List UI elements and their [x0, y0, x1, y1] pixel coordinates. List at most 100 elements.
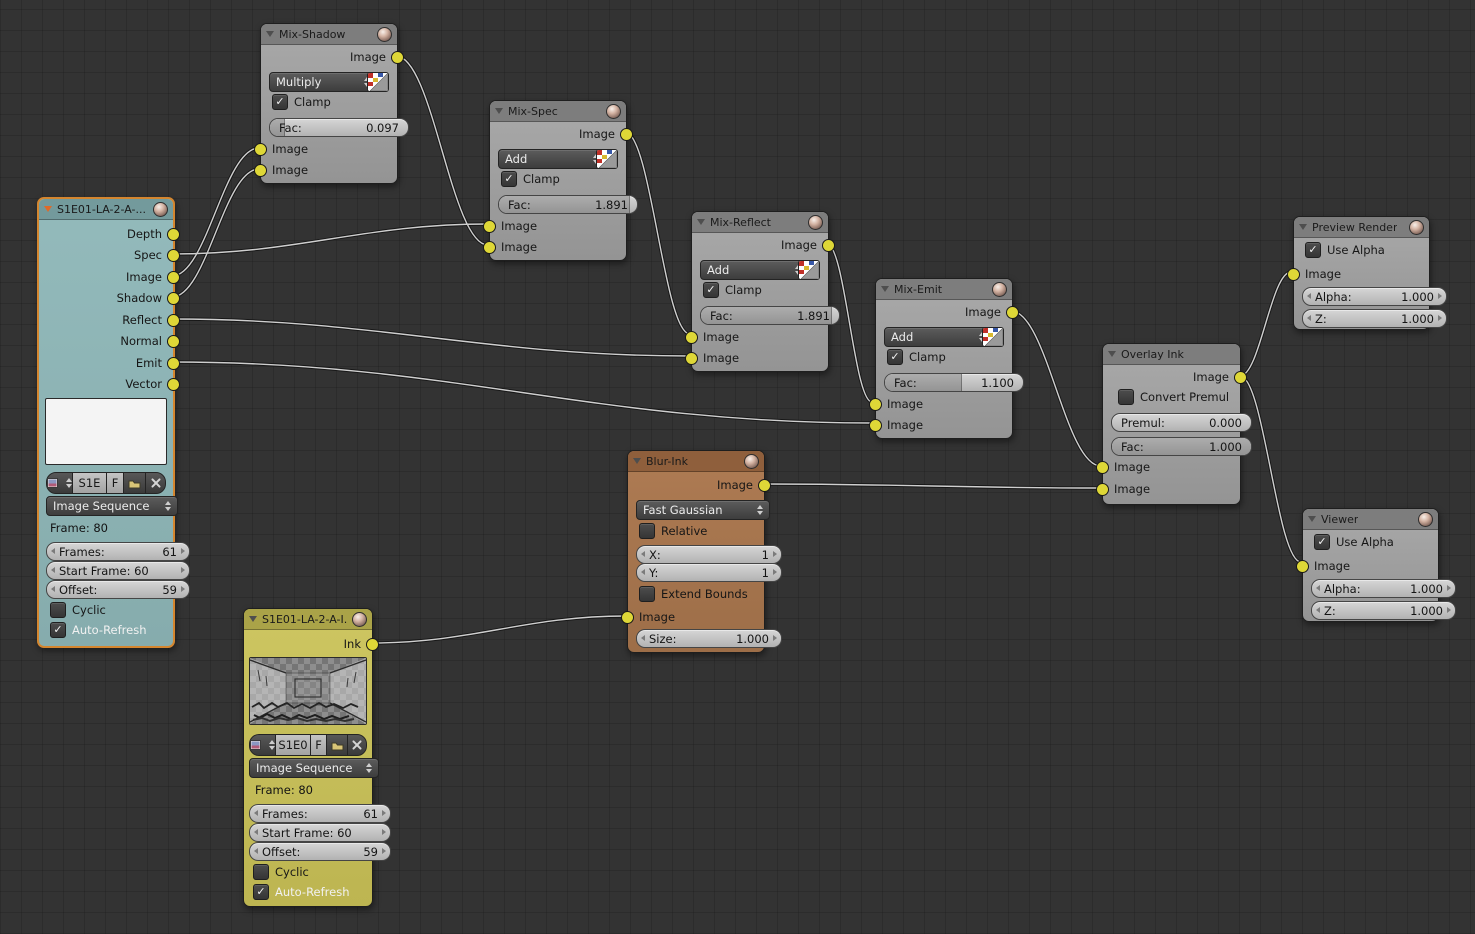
- clamp-checkbox[interactable]: [272, 94, 288, 110]
- socket-ink-output[interactable]: [366, 638, 379, 651]
- socket-image-input[interactable]: [1296, 560, 1309, 573]
- socket-spec-output[interactable]: [167, 249, 180, 262]
- fac-slider[interactable]: Fac: 0.097: [269, 118, 409, 137]
- socket-image-output[interactable]: [1234, 371, 1247, 384]
- clamp-checkbox[interactable]: [703, 282, 719, 298]
- socket-image2-input[interactable]: [483, 241, 496, 254]
- use-alpha-checkbox[interactable]: [1305, 242, 1321, 258]
- socket-image1-input[interactable]: [869, 398, 882, 411]
- node-mix-spec[interactable]: Mix-Spec Image Add Clamp Fac: 1.891: [489, 100, 627, 261]
- blend-mode-dropdown[interactable]: Multiply: [269, 72, 377, 92]
- material-sphere-icon[interactable]: [377, 27, 392, 42]
- collapse-triangle-icon[interactable]: [495, 108, 503, 114]
- size-field[interactable]: Size: 1.000: [636, 629, 782, 648]
- use-alpha-checkbox[interactable]: [1314, 534, 1330, 550]
- fac-slider[interactable]: Fac: 1.891: [700, 306, 840, 325]
- color-swatch-button[interactable]: [798, 260, 820, 280]
- collapse-triangle-icon[interactable]: [881, 286, 889, 292]
- socket-normal-output[interactable]: [167, 335, 180, 348]
- node-header[interactable]: S1E01-LA-2-A-I...: [244, 609, 372, 630]
- open-file-button[interactable]: [124, 473, 146, 493]
- auto-refresh-checkbox[interactable]: [50, 622, 66, 638]
- z-field[interactable]: Z: 1.000: [1311, 601, 1456, 620]
- alpha-field[interactable]: Alpha: 1.000: [1302, 287, 1447, 306]
- filter-type-dropdown[interactable]: Fast Gaussian: [636, 500, 770, 520]
- color-swatch-button[interactable]: [367, 72, 389, 92]
- node-header[interactable]: Mix-Spec: [490, 101, 626, 122]
- socket-vector-output[interactable]: [167, 378, 180, 391]
- material-sphere-icon[interactable]: [352, 612, 367, 627]
- socket-shadow-output[interactable]: [167, 292, 180, 305]
- relative-checkbox[interactable]: [639, 523, 655, 539]
- alpha-field[interactable]: Alpha: 1.000: [1311, 579, 1456, 598]
- collapse-triangle-icon[interactable]: [1108, 351, 1116, 357]
- datablock-name-field[interactable]: S1E: [73, 473, 107, 493]
- socket-image2-input[interactable]: [254, 164, 267, 177]
- node-overlay-ink[interactable]: Overlay Ink Image Convert Premul Premul:…: [1102, 343, 1241, 505]
- node-ink-layer[interactable]: S1E01-LA-2-A-I... Ink: [243, 608, 373, 907]
- node-editor-canvas[interactable]: S1E01-LA-2-A-... Depth Spec Image Shadow…: [0, 0, 1475, 934]
- fac-slider[interactable]: Fac: 1.000: [1111, 437, 1252, 456]
- color-swatch-button[interactable]: [596, 149, 618, 169]
- unlink-button[interactable]: [146, 473, 165, 493]
- collapse-triangle-icon[interactable]: [1308, 516, 1316, 522]
- fake-user-button[interactable]: F: [311, 735, 327, 755]
- datablock-name-field[interactable]: S1E0: [276, 735, 311, 755]
- collapse-triangle-icon[interactable]: [633, 458, 641, 464]
- collapse-triangle-icon[interactable]: [1299, 224, 1307, 230]
- cyclic-checkbox[interactable]: [253, 864, 269, 880]
- node-render-layer[interactable]: S1E01-LA-2-A-... Depth Spec Image Shadow…: [37, 197, 175, 648]
- offset-field[interactable]: Offset: 59: [46, 580, 190, 599]
- open-file-button[interactable]: [327, 735, 348, 755]
- y-field[interactable]: Y: 1: [636, 563, 782, 582]
- collapse-triangle-icon[interactable]: [249, 616, 257, 622]
- source-dropdown[interactable]: Image Sequence: [46, 496, 178, 516]
- material-sphere-icon[interactable]: [808, 215, 823, 230]
- socket-image-input[interactable]: [621, 611, 634, 624]
- cyclic-checkbox[interactable]: [50, 602, 66, 618]
- node-mix-reflect[interactable]: Mix-Reflect Image Add Clamp Fac: 1.: [691, 211, 829, 372]
- node-header[interactable]: Mix-Reflect: [692, 212, 828, 233]
- blend-mode-dropdown[interactable]: Add: [700, 260, 808, 280]
- auto-refresh-checkbox[interactable]: [253, 884, 269, 900]
- node-header[interactable]: Overlay Ink: [1103, 344, 1240, 365]
- socket-depth-output[interactable]: [167, 228, 180, 241]
- socket-image-output[interactable]: [620, 128, 633, 141]
- image-browse-button[interactable]: [250, 735, 276, 755]
- material-sphere-icon[interactable]: [606, 104, 621, 119]
- clamp-checkbox[interactable]: [887, 349, 903, 365]
- node-blur-ink[interactable]: Blur-Ink Image Fast Gaussian Relative X:…: [627, 450, 765, 653]
- blend-mode-dropdown[interactable]: Add: [498, 149, 606, 169]
- material-sphere-icon[interactable]: [992, 282, 1007, 297]
- fake-user-button[interactable]: F: [107, 473, 124, 493]
- socket-image1-input[interactable]: [483, 220, 496, 233]
- socket-emit-output[interactable]: [167, 357, 180, 370]
- socket-image-output[interactable]: [1006, 306, 1019, 319]
- x-field[interactable]: X: 1: [636, 545, 782, 564]
- frames-field[interactable]: Frames: 61: [46, 542, 190, 561]
- image-browse-button[interactable]: [47, 473, 73, 493]
- material-sphere-icon[interactable]: [1409, 220, 1424, 235]
- node-viewer[interactable]: Viewer Use Alpha Image Alpha: 1.000 Z: 1…: [1302, 508, 1439, 622]
- collapse-triangle-icon[interactable]: [697, 219, 705, 225]
- socket-image2-input[interactable]: [1096, 483, 1109, 496]
- node-header[interactable]: Preview Render: [1294, 217, 1429, 238]
- socket-image2-input[interactable]: [869, 419, 882, 432]
- socket-image-output[interactable]: [391, 51, 404, 64]
- extend-bounds-checkbox[interactable]: [639, 586, 655, 602]
- clamp-checkbox[interactable]: [501, 171, 517, 187]
- node-header[interactable]: S1E01-LA-2-A-...: [39, 199, 173, 220]
- node-header[interactable]: Viewer: [1303, 509, 1438, 530]
- blend-mode-dropdown[interactable]: Add: [884, 327, 992, 347]
- fac-slider[interactable]: Fac: 1.891: [498, 195, 638, 214]
- collapse-triangle-icon[interactable]: [44, 206, 52, 212]
- node-mix-shadow[interactable]: Mix-Shadow Image Multiply Clamp Fac:: [260, 23, 398, 184]
- convert-premul-checkbox[interactable]: [1118, 389, 1134, 405]
- source-dropdown[interactable]: Image Sequence: [249, 758, 379, 778]
- node-mix-emit[interactable]: Mix-Emit Image Add Clamp Fac: 1.100: [875, 278, 1013, 439]
- socket-image-output[interactable]: [167, 271, 180, 284]
- offset-field[interactable]: Offset: 59: [249, 842, 391, 861]
- z-field[interactable]: Z: 1.000: [1302, 309, 1447, 328]
- unlink-button[interactable]: [348, 735, 366, 755]
- material-sphere-icon[interactable]: [1418, 512, 1433, 527]
